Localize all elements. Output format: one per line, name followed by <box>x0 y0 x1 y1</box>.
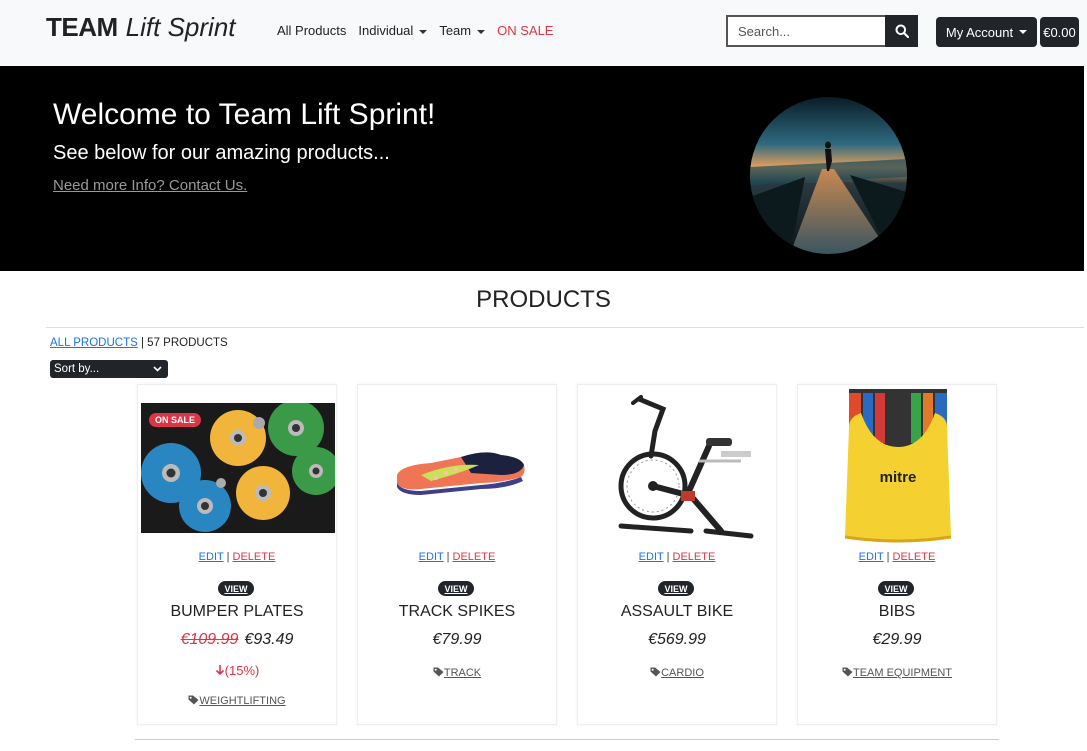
brand-lift-sprint: Lift Sprint <box>125 12 236 42</box>
chevron-down-icon <box>153 366 162 372</box>
nav-team[interactable]: Team <box>439 23 486 38</box>
search-form <box>726 15 918 47</box>
admin-actions: EDIT | DELETE <box>578 551 776 563</box>
my-account-label: My Account <box>945 24 1014 40</box>
product-price: €79.99 <box>358 631 556 649</box>
view-button[interactable]: VIEW <box>438 581 474 596</box>
nav-team-label: Team <box>439 23 472 38</box>
action-sep: | <box>226 551 230 563</box>
product-name: ASSAULT BIKE <box>620 603 734 620</box>
caret-down-icon <box>419 29 428 34</box>
product-image[interactable] <box>361 403 555 533</box>
breadcrumb: ALL PRODUCTS | 57 PRODUCTS <box>50 337 228 349</box>
svg-text:mitre: mitre <box>880 469 917 486</box>
all-products-link[interactable]: ALL PRODUCTS <box>50 337 138 349</box>
on-sale-badge: ON SALE <box>149 413 202 427</box>
view-button[interactable]: VIEW <box>878 581 914 596</box>
hero-title: Welcome to Team Lift Sprint! <box>53 98 436 131</box>
product-count: 57 PRODUCTS <box>147 337 228 349</box>
admin-actions: EDIT | DELETE <box>798 551 996 563</box>
nav-all-products[interactable]: All Products <box>277 23 346 38</box>
action-sep: | <box>446 551 450 563</box>
price-value: €79.99 <box>432 631 482 648</box>
navbar: TEAM Lift Sprint All Products Individual … <box>0 0 1087 66</box>
category-label: WEIGHTLIFTING <box>199 695 286 707</box>
delete-link[interactable]: DELETE <box>893 551 936 563</box>
product-image[interactable] <box>581 391 775 541</box>
hero-banner: Welcome to Team Lift Sprint! See below f… <box>0 66 1084 271</box>
edit-link[interactable]: EDIT <box>419 551 444 563</box>
category-tag[interactable]: CARDIO <box>578 667 776 679</box>
tag-icon <box>433 667 444 677</box>
search-icon <box>895 24 909 38</box>
edit-link[interactable]: EDIT <box>859 551 884 563</box>
discount-value: (15%) <box>224 663 260 678</box>
old-price: €109.99 <box>180 631 239 648</box>
cart-button[interactable]: €0.00 <box>1040 17 1079 47</box>
category-label: CARDIO <box>661 667 704 679</box>
category-tag[interactable]: TEAM EQUIPMENT <box>798 667 996 679</box>
search-input[interactable] <box>726 15 885 47</box>
action-sep: | <box>666 551 670 563</box>
sort-select[interactable]: Sort by... <box>50 360 168 378</box>
admin-actions: EDIT | DELETE <box>138 551 336 563</box>
category-tag[interactable]: WEIGHTLIFTING <box>138 695 336 707</box>
my-account-button[interactable]: My Account <box>936 17 1037 47</box>
hero-runner-image <box>750 97 907 254</box>
product-card: EDIT | DELETE VIEW TRACK SPIKES €79.99 T… <box>357 384 557 725</box>
sale-price: €93.49 <box>244 631 294 648</box>
sort-label: Sort by... <box>54 363 100 375</box>
product-card: ON SALE EDIT | DELETE VIEW BUMPER PLATES… <box>137 384 340 725</box>
edit-link[interactable]: EDIT <box>639 551 664 563</box>
category-tag[interactable]: TRACK <box>358 667 556 679</box>
caret-down-icon <box>477 29 486 34</box>
product-name: BUMPER PLATES <box>170 603 304 620</box>
action-sep: | <box>886 551 890 563</box>
product-image[interactable]: ON SALE <box>141 400 340 533</box>
caret-down-icon <box>1019 30 1028 34</box>
arrow-down-icon <box>215 665 224 676</box>
nav-individual-label: Individual <box>358 23 414 38</box>
contact-us-link[interactable]: Need more Info? Contact Us. <box>53 177 247 194</box>
page-title: PRODUCTS <box>476 286 611 313</box>
brand-logo[interactable]: TEAM Lift Sprint <box>46 12 236 43</box>
product-price: €569.99 <box>578 631 776 649</box>
category-label: TRACK <box>443 667 482 679</box>
main-nav: All Products Individual Team ON SALE <box>277 23 553 38</box>
product-image[interactable]: mitre <box>801 387 995 547</box>
divider <box>46 327 1084 328</box>
product-price: €29.99 <box>798 631 996 649</box>
brand-team: TEAM <box>46 12 118 42</box>
admin-actions: EDIT | DELETE <box>358 551 556 563</box>
product-card: mitre EDIT | DELETE VIEW BIBS €29.99 TEA… <box>797 384 997 725</box>
breadcrumb-sep: | <box>140 337 144 349</box>
nav-on-sale[interactable]: ON SALE <box>497 23 553 38</box>
tag-icon <box>842 667 853 677</box>
tag-icon <box>650 667 661 677</box>
price-value: €29.99 <box>872 631 922 648</box>
divider <box>135 739 999 740</box>
edit-link[interactable]: EDIT <box>199 551 224 563</box>
nav-individual[interactable]: Individual <box>358 23 428 38</box>
view-button[interactable]: VIEW <box>658 581 694 596</box>
delete-link[interactable]: DELETE <box>453 551 496 563</box>
delete-link[interactable]: DELETE <box>233 551 276 563</box>
product-price: €109.99 €93.49 <box>138 631 336 649</box>
product-name: TRACK SPIKES <box>398 603 516 620</box>
price-value: €569.99 <box>648 631 706 648</box>
view-button[interactable]: VIEW <box>218 581 254 596</box>
product-name: BIBS <box>878 603 916 620</box>
product-card: EDIT | DELETE VIEW ASSAULT BIKE €569.99 … <box>577 384 777 725</box>
cart-total: €0.00 <box>1043 24 1076 40</box>
category-label: TEAM EQUIPMENT <box>852 667 952 679</box>
tag-icon <box>188 695 199 705</box>
discount: (15%) <box>138 663 336 678</box>
delete-link[interactable]: DELETE <box>673 551 716 563</box>
hero-subtitle: See below for our amazing products... <box>53 142 390 164</box>
search-button[interactable] <box>885 15 918 47</box>
